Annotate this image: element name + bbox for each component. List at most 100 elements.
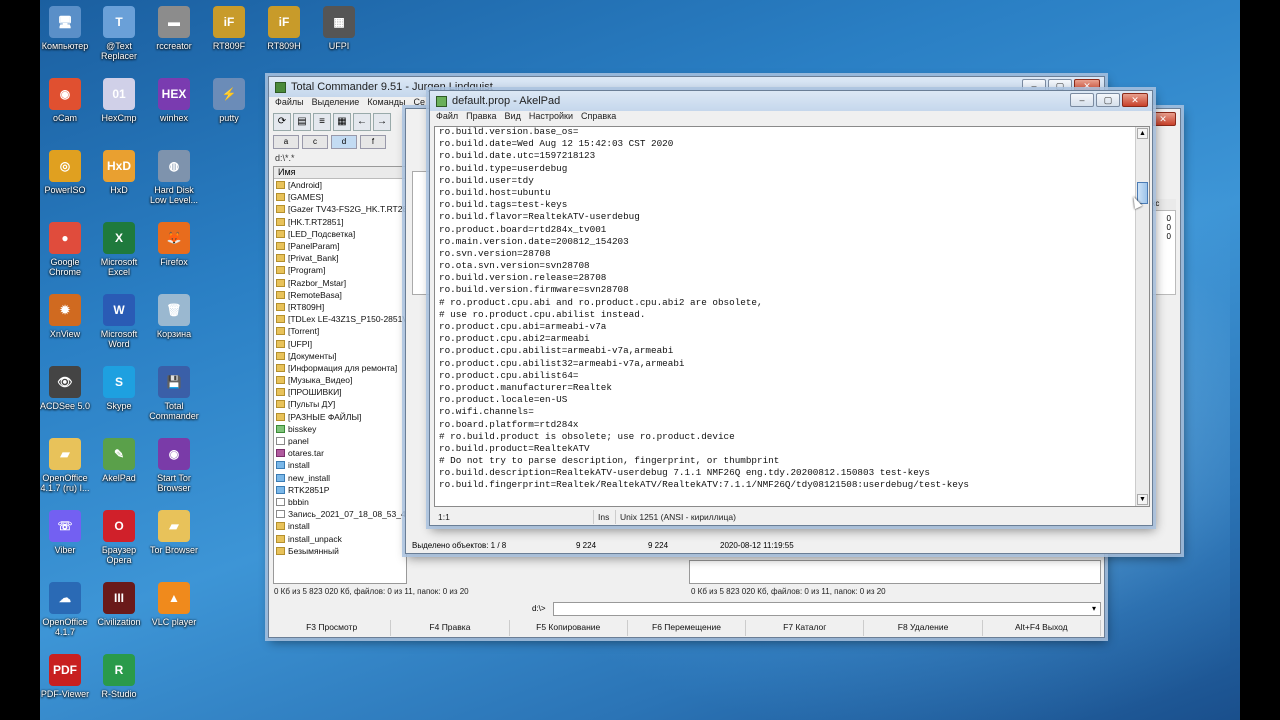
f4-edit-button[interactable]: F4 Правка <box>391 620 510 636</box>
file-row[interactable]: [Пульты ДУ] <box>274 398 406 410</box>
desktop-icon[interactable]: ◉ oCam <box>37 78 93 123</box>
column-name-header[interactable]: Имя <box>274 167 406 179</box>
desktop-icon[interactable]: iF RT809F <box>201 6 257 51</box>
desktop-icon[interactable]: ▰ Tor Browser <box>146 510 202 555</box>
desktop-icon[interactable]: ☁ OpenOffice 4.1.7 <box>37 582 93 637</box>
text-editor-area[interactable]: ro.build.version.base_os= ro.build.date=W… <box>434 126 1150 507</box>
file-row[interactable]: Запись_2021_07_18_08_53_41_7 <box>274 508 406 520</box>
scroll-up-icon[interactable]: ▲ <box>1137 128 1148 139</box>
file-row[interactable]: [LED_Подсветка] <box>274 228 406 240</box>
desktop-icon[interactable]: iF RT809H <box>256 6 312 51</box>
file-row[interactable]: [Program] <box>274 264 406 276</box>
desktop-icon[interactable]: ◎ PowerISO <box>37 150 93 195</box>
desktop-icon[interactable]: ⚡ putty <box>201 78 257 123</box>
file-row[interactable]: panel <box>274 435 406 447</box>
file-row[interactable]: [ПРОШИВКИ] <box>274 386 406 398</box>
menu-item[interactable]: Настройки <box>529 111 573 125</box>
desktop-icon[interactable]: HEX winhex <box>146 78 202 123</box>
file-row[interactable]: [RT809H] <box>274 301 406 313</box>
file-row[interactable]: install <box>274 520 406 532</box>
file-row[interactable]: bisskey <box>274 423 406 435</box>
drive-button[interactable]: d <box>331 135 357 149</box>
f7-mkdir-button[interactable]: F7 Каталог <box>746 620 865 636</box>
desktop-icon[interactable]: HxD HxD <box>91 150 147 195</box>
f8-delete-button[interactable]: F8 Удаление <box>864 620 983 636</box>
drive-button[interactable]: c <box>302 135 328 149</box>
desktop-icon[interactable]: 👁 ACDSee 5.0 <box>37 366 93 411</box>
file-row[interactable]: install <box>274 459 406 471</box>
close-button[interactable]: ✕ <box>1150 112 1176 126</box>
menu-item[interactable]: Правка <box>466 111 496 125</box>
drive-button[interactable]: a <box>273 135 299 149</box>
file-row[interactable]: [Gazer TV43-FS2G_HK.T.RT2841 <box>274 203 406 215</box>
altf4-exit-button[interactable]: Alt+F4 Выход <box>982 620 1101 636</box>
left-file-panel[interactable]: Имя [Android] [GAMES] [Gazer TV43-FS2G_HK.… <box>273 166 407 584</box>
desktop-icon[interactable]: X Microsoft Excel <box>91 222 147 277</box>
view-icon[interactable]: ▤ <box>293 113 311 131</box>
file-row[interactable]: new_install <box>274 472 406 484</box>
desktop-icon[interactable]: ▬ rccreator <box>146 6 202 51</box>
file-row[interactable]: [PanelParam] <box>274 240 406 252</box>
desktop-icon[interactable]: ✹ XnView <box>37 294 93 339</box>
minimize-button[interactable]: – <box>1070 93 1094 107</box>
chevron-down-icon[interactable]: ▾ <box>1092 604 1096 613</box>
file-row[interactable]: [Музыка_Видео] <box>274 374 406 386</box>
file-row[interactable]: [UFPI] <box>274 337 406 349</box>
file-row[interactable]: [HK.T.RT2851] <box>274 216 406 228</box>
menu-item[interactable]: Вид <box>505 111 521 125</box>
desktop-icon[interactable]: 01 HexCmp <box>91 78 147 123</box>
file-row[interactable]: [Документы] <box>274 350 406 362</box>
desktop-icon[interactable]: ● Google Chrome <box>37 222 93 277</box>
file-row[interactable]: [Privat_Bank] <box>274 252 406 264</box>
right-file-panel[interactable] <box>689 560 1101 584</box>
menu-item[interactable]: Файл <box>436 111 458 125</box>
forward-icon[interactable]: → <box>373 113 391 131</box>
desktop-icon[interactable]: ◉ Start Tor Browser <box>146 438 202 493</box>
file-row[interactable]: [TDLex LE-43Z1S_P150-2851V6 <box>274 313 406 325</box>
drive-button[interactable]: f <box>360 135 386 149</box>
akelpad-window[interactable]: default.prop - AkelPad – ▢ ✕ Файл Правка… <box>429 90 1153 526</box>
desktop-icon[interactable]: ◍ Hard Disk Low Level... <box>146 150 202 205</box>
file-row[interactable]: [Информация для ремонта] <box>274 362 406 374</box>
f5-copy-button[interactable]: F5 Копирование <box>509 620 628 636</box>
desktop-icon[interactable]: ☏ Viber <box>37 510 93 555</box>
file-row[interactable]: bbbin <box>274 496 406 508</box>
desktop-icon[interactable]: O Браузер Opera <box>91 510 147 565</box>
file-row[interactable]: install_unpack <box>274 532 406 544</box>
file-row[interactable]: [GAMES] <box>274 191 406 203</box>
command-input[interactable]: ▾ <box>553 602 1101 616</box>
close-button[interactable]: ✕ <box>1122 93 1148 107</box>
desktop-icon[interactable]: 🗑 Корзина <box>146 294 202 339</box>
desktop-icon[interactable]: R R-Studio <box>91 654 147 699</box>
f3-view-button[interactable]: F3 Просмотр <box>273 620 392 636</box>
back-icon[interactable]: ← <box>353 113 371 131</box>
f6-move-button[interactable]: F6 Перемещение <box>627 620 747 636</box>
desktop-icon[interactable]: ▰ OpenOffice 4.1.7 (ru) I... <box>37 438 93 493</box>
menu-item[interactable]: Файлы <box>275 97 304 111</box>
tree-icon[interactable]: ≡ <box>313 113 331 131</box>
menu-item[interactable]: Справка <box>581 111 616 125</box>
file-row[interactable]: Безымянный <box>274 545 406 557</box>
desktop-icon[interactable]: ▲ VLC player <box>146 582 202 627</box>
desktop-icon[interactable]: ▦ UFPI <box>311 6 367 51</box>
desktop-icon[interactable]: III Civilization <box>91 582 147 627</box>
file-row[interactable]: RTK2851P <box>274 484 406 496</box>
desktop-icon[interactable]: 🖥 Компьютер <box>37 6 93 51</box>
desktop-icon[interactable]: S Skype <box>91 366 147 411</box>
desktop-icon[interactable]: T @Text Replacer <box>91 6 147 61</box>
file-row[interactable]: [Torrent] <box>274 325 406 337</box>
desktop-icon[interactable]: PDF PDF-Viewer <box>37 654 93 699</box>
maximize-button[interactable]: ▢ <box>1096 93 1120 107</box>
file-row[interactable]: [Razbor_Mstar] <box>274 277 406 289</box>
menu-item[interactable]: Команды <box>367 97 405 111</box>
refresh-icon[interactable]: ⟳ <box>273 113 291 131</box>
file-row[interactable]: [РАЗНЫЕ ФАЙЛЫ] <box>274 411 406 423</box>
desktop-icon[interactable]: ✎ AkelPad <box>91 438 147 483</box>
menu-item[interactable]: Выделение <box>312 97 360 111</box>
scroll-down-icon[interactable]: ▼ <box>1137 494 1148 505</box>
file-row[interactable]: otares.tar <box>274 447 406 459</box>
vertical-scrollbar[interactable]: ▲ ▼ <box>1135 127 1149 506</box>
file-row[interactable]: [RemoteBasa] <box>274 289 406 301</box>
desktop-icon[interactable]: 🦊 Firefox <box>146 222 202 267</box>
desktop-icon[interactable]: 💾 Total Commander <box>146 366 202 421</box>
